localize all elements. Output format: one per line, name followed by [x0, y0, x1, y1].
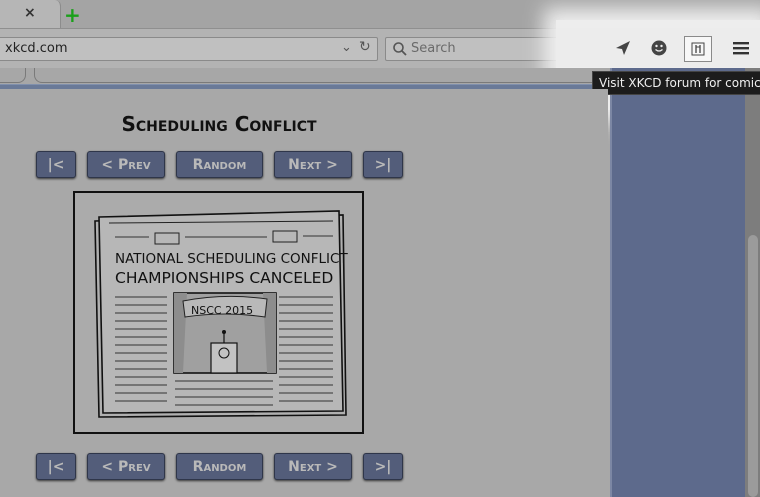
- right-sidebar: [610, 68, 760, 497]
- random-button[interactable]: Random: [176, 151, 263, 178]
- first-button[interactable]: |<: [36, 453, 76, 480]
- search-icon: [393, 42, 407, 56]
- browser-tab[interactable]: ×: [0, 0, 61, 28]
- tooltip: Visit XKCD forum for comic: [592, 71, 760, 95]
- random-button[interactable]: Random: [176, 453, 263, 480]
- dropdown-icon[interactable]: ⌄: [341, 40, 352, 55]
- url-text[interactable]: xkcd.com: [5, 41, 68, 56]
- first-button[interactable]: |<: [36, 151, 76, 178]
- headline-line-1: NATIONAL SCHEDULING CONFLICT: [115, 251, 348, 267]
- smiley-icon[interactable]: [646, 36, 672, 60]
- close-icon[interactable]: ×: [24, 5, 36, 21]
- plus-icon[interactable]: +: [64, 3, 81, 27]
- forum-icon[interactable]: [684, 36, 712, 62]
- url-bar[interactable]: xkcd.com ⌄ ↻: [0, 37, 378, 61]
- search-placeholder: Search: [411, 41, 456, 56]
- send-icon[interactable]: [610, 36, 636, 60]
- menu-icon[interactable]: [728, 36, 754, 60]
- scrollbar-thumb[interactable]: [748, 235, 758, 497]
- newspaper-drawing: NATIONAL SCHEDULING CONFLICT CHAMPIONSHI…: [94, 210, 348, 418]
- comic-nav-bottom: |< < Prev Random Next > >|: [36, 453, 406, 480]
- comic-nav-top: |< < Prev Random Next > >|: [36, 151, 406, 178]
- prev-button[interactable]: < Prev: [87, 453, 165, 480]
- comic-image: NATIONAL SCHEDULING CONFLICT CHAMPIONSHI…: [73, 191, 364, 434]
- headline-line-2: CHAMPIONSHIPS CANCELED: [115, 269, 333, 287]
- next-button[interactable]: Next >: [274, 453, 352, 480]
- last-button[interactable]: >|: [363, 151, 403, 178]
- reload-icon[interactable]: ↻: [359, 39, 371, 55]
- comic-title: Scheduling Conflict: [121, 112, 317, 136]
- next-button[interactable]: Next >: [274, 151, 352, 178]
- header-tab-left: [0, 68, 26, 83]
- header-tab-right: [34, 68, 636, 83]
- last-button[interactable]: >|: [363, 453, 403, 480]
- banner-text: NSCC 2015: [191, 304, 253, 317]
- prev-button[interactable]: < Prev: [87, 151, 165, 178]
